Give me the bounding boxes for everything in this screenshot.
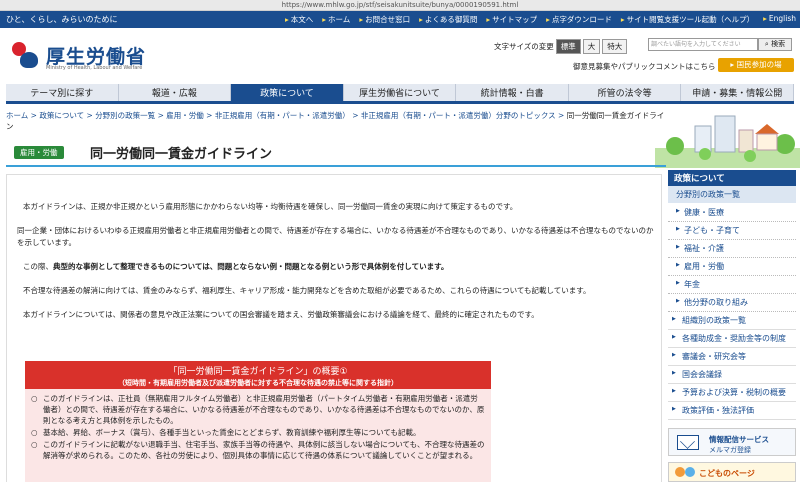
guideline-summary-box: 「同一労働同一賃金ガイドライン」の概要① （短時間・有期雇用労働者及び派遣労働者… bbox=[25, 361, 491, 482]
sidebar-item-subsidies[interactable]: 各種助成金・奨励金等の制度 bbox=[668, 330, 796, 348]
contact-link[interactable]: お問合せ窓口 bbox=[359, 14, 410, 25]
sidebar-heading[interactable]: 政策について bbox=[668, 170, 796, 186]
sidebar-item-budget[interactable]: 予算および決算・税制の概要 bbox=[668, 384, 796, 402]
kids-character-icon bbox=[675, 467, 685, 477]
example-prefix: この際、 bbox=[23, 262, 53, 271]
sidebar-item-pension[interactable]: 年金 bbox=[668, 276, 796, 294]
nav-policy[interactable]: 政策について bbox=[231, 84, 344, 101]
summary-bullet: 基本給、昇給、ボーナス（賞与）、各種手当といった賃金にとどまらず、教育訓練や福利… bbox=[31, 427, 485, 438]
utility-links: 本文へ ホーム お問合せ窓口 よくある御質問 サイトマップ 点字ダウンロード サ… bbox=[285, 14, 796, 25]
public-comment-link[interactable]: 御意見募集やパブリックコメントはこちら bbox=[573, 61, 716, 72]
envelope-icon bbox=[677, 435, 699, 450]
font-size-standard-button[interactable]: 標準 bbox=[555, 39, 581, 54]
sidebar-item-evaluation[interactable]: 政策評価・独法評価 bbox=[668, 402, 796, 420]
description-paragraph: 同一企業・団体におけるいわゆる正規雇用労働者と非正規雇用労働者との間で、待遇差が… bbox=[17, 226, 654, 247]
example-bold-text: 典型的な事例として整理できるものについては、問題とならない例・問題となる例という… bbox=[53, 262, 449, 271]
search-input[interactable]: 調べたい語句を入力してください bbox=[648, 38, 758, 51]
sidebar-item-welfare[interactable]: 福祉・介護 bbox=[668, 240, 796, 258]
page-title: 同一労働同一賃金ガイドライン bbox=[90, 147, 273, 162]
summary-title: 「同一労働同一賃金ガイドライン」の概要① bbox=[168, 367, 348, 377]
breadcrumb-link[interactable]: 政策について bbox=[39, 111, 84, 120]
example-paragraph: この際、典型的な事例として整理できるものについては、問題とならない例・問題となる… bbox=[23, 261, 663, 273]
sidebar-item-children[interactable]: 子ども・子育て bbox=[668, 222, 796, 240]
sitemap-link[interactable]: サイトマップ bbox=[486, 14, 537, 25]
browser-url-bar[interactable]: https://www.mhlw.go.jp/stf/seisakunitsui… bbox=[0, 0, 800, 11]
sidebar-item-diet-records[interactable]: 国会会議録 bbox=[668, 366, 796, 384]
sidebar-item-health[interactable]: 健康・医療 bbox=[668, 204, 796, 222]
category-badge: 雇用・労働 bbox=[14, 146, 64, 159]
breadcrumb-link[interactable]: 雇用・労働 bbox=[166, 111, 204, 120]
summary-subtitle: （短時間・有期雇用労働者及び派遣労働者に対する不合理な待遇の禁止等に関する指針） bbox=[118, 379, 398, 387]
summary-header: 「同一労働同一賃金ガイドライン」の概要① （短時間・有期雇用労働者及び派遣労働者… bbox=[25, 361, 491, 389]
treatment-paragraph: 不合理な待遇差の解消に向けては、賃金のみならず、福利厚生、キャリア形成・能力開発… bbox=[23, 286, 591, 295]
summary-bullet: このガイドラインは、正社員（無期雇用フルタイム労働者）と非正規雇用労働者（パート… bbox=[31, 393, 485, 426]
sidebar-item-organization[interactable]: 組織別の政策一覧 bbox=[668, 312, 796, 330]
intro-paragraph: 本ガイドラインは、正規か非正規かという雇用形態にかかわらない均等・均衡待遇を確保… bbox=[23, 202, 518, 211]
site-header: 厚生労働省 Ministry of Health, Labour and Wel… bbox=[0, 28, 800, 80]
mhlw-logo-icon[interactable] bbox=[10, 40, 40, 70]
breadcrumb: ホーム > 政策について > 分野別の政策一覧 > 雇用・労働 > 非正規雇用（… bbox=[6, 111, 665, 131]
nav-press[interactable]: 報道・広報 bbox=[119, 84, 232, 101]
utility-bar: ひと、くらし、みらいのために 本文へ ホーム お問合せ窓口 よくある御質問 サイ… bbox=[0, 11, 800, 28]
faq-link[interactable]: よくある御質問 bbox=[419, 14, 478, 25]
arrow-icon: ▸ bbox=[730, 60, 735, 69]
global-nav: テーマ別に探す 報道・広報 政策について 厚生労働省について 統計情報・白書 所… bbox=[6, 84, 795, 104]
font-size-switcher: 文字サイズの変更 標準 大 特大 bbox=[494, 39, 628, 54]
summary-bullet: このガイドラインに記載がない退職手当、住宅手当、家族手当等の待遇や、具体例に該当… bbox=[31, 439, 485, 461]
nav-applications[interactable]: 申請・募集・情報公開 bbox=[681, 84, 795, 101]
mail-magazine-banner[interactable]: 情報配信サービス メルマガ登録 bbox=[668, 428, 796, 456]
search-button[interactable]: ⌕ 検索 bbox=[758, 38, 792, 51]
home-link[interactable]: ホーム bbox=[322, 14, 350, 25]
sidebar-item-other-fields[interactable]: 他分野の取り組み bbox=[668, 294, 796, 312]
kokumin-sanka-button[interactable]: ▸ 国民参加の場 bbox=[718, 58, 794, 72]
kids-banner-label: こどものページ bbox=[699, 469, 755, 478]
english-link[interactable]: English bbox=[763, 14, 796, 25]
nav-about[interactable]: 厚生労働省について bbox=[344, 84, 457, 101]
nav-theme[interactable]: テーマ別に探す bbox=[6, 84, 119, 101]
town-illustration bbox=[655, 104, 800, 168]
font-size-xlarge-button[interactable]: 特大 bbox=[602, 39, 628, 54]
logo-subtitle: Ministry of Health, Labour and Welfare bbox=[46, 65, 143, 71]
font-size-large-button[interactable]: 大 bbox=[582, 39, 601, 54]
main-content: 本ガイドラインは、正規か非正規かという雇用形態にかかわらない均等・均衡待遇を確保… bbox=[6, 174, 662, 482]
breadcrumb-link[interactable]: 非正規雇用（有期・パート・派遣労働）分野のトピックス bbox=[361, 111, 556, 120]
skip-to-content-link[interactable]: 本文へ bbox=[285, 14, 314, 25]
summary-list: このガイドラインは、正社員（無期雇用フルタイム労働者）と非正規雇用労働者（パート… bbox=[25, 389, 491, 466]
nav-laws[interactable]: 所管の法令等 bbox=[569, 84, 682, 101]
tagline: ひと、くらし、みらいのために bbox=[6, 15, 118, 24]
nav-statistics[interactable]: 統計情報・白書 bbox=[456, 84, 569, 101]
mail-banner-title: 情報配信サービス bbox=[709, 435, 769, 444]
breadcrumb-link[interactable]: ホーム bbox=[6, 111, 28, 120]
search-button-label: 検索 bbox=[771, 40, 786, 48]
braille-download-link[interactable]: 点字ダウンロード bbox=[546, 14, 612, 25]
accessibility-tool-link[interactable]: サイト閲覧支援ツール起動（ヘルプ） bbox=[621, 14, 755, 25]
sidebar: 政策について 分野別の政策一覧 健康・医療 子ども・子育て 福祉・介護 雇用・労… bbox=[668, 170, 796, 420]
sidebar-item-councils[interactable]: 審議会・研究会等 bbox=[668, 348, 796, 366]
font-size-label: 文字サイズの変更 bbox=[494, 42, 554, 51]
sidebar-subheading[interactable]: 分野別の政策一覧 bbox=[668, 186, 796, 204]
mail-banner-subtitle: メルマガ登録 bbox=[709, 446, 751, 454]
sidebar-item-employment[interactable]: 雇用・労働 bbox=[668, 258, 796, 276]
breadcrumb-link[interactable]: 非正規雇用（有期・パート・派遣労働） bbox=[215, 111, 350, 120]
page-title-bar: 雇用・労働 同一労働同一賃金ガイドライン bbox=[6, 137, 666, 167]
finalization-paragraph: 本ガイドラインについては、関係者の意見や改正法案についての国会審議を踏まえ、労働… bbox=[23, 310, 539, 319]
kokumin-label: 国民参加の場 bbox=[736, 60, 782, 69]
kids-page-banner[interactable]: こどものページ bbox=[668, 462, 796, 482]
kids-character-icon bbox=[685, 467, 695, 477]
search-icon: ⌕ bbox=[764, 40, 769, 48]
breadcrumb-link[interactable]: 分野別の政策一覧 bbox=[95, 111, 155, 120]
